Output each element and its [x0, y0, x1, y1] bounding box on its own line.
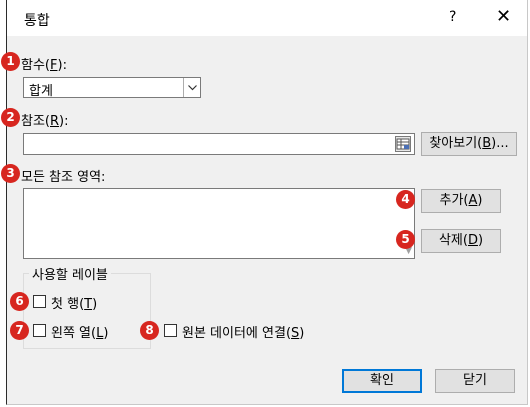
- title-bar: 통합 ? ✕: [7, 0, 527, 36]
- function-dropdown[interactable]: 합계: [23, 77, 201, 99]
- callout-badge-5: 5: [396, 230, 415, 249]
- add-button[interactable]: 추가(A): [421, 189, 501, 213]
- reference-input[interactable]: [23, 133, 415, 155]
- callout-badge-8: 8: [140, 321, 159, 340]
- top-row-checkbox[interactable]: [33, 295, 46, 308]
- link-source-label[interactable]: 원본 데이터에 연결(S): [182, 322, 304, 341]
- help-button[interactable]: ?: [449, 9, 456, 25]
- close-button[interactable]: 닫기: [435, 369, 515, 393]
- callout-badge-3: 3: [1, 164, 20, 183]
- callout-badge-4: 4: [396, 190, 415, 209]
- callout-badge-7: 7: [10, 321, 29, 340]
- chevron-down-icon[interactable]: [183, 78, 200, 97]
- delete-button[interactable]: 삭제(D): [421, 229, 501, 253]
- left-column-checkbox[interactable]: [33, 324, 46, 337]
- link-source-checkbox[interactable]: [164, 324, 177, 337]
- all-references-list[interactable]: ▼: [23, 188, 415, 259]
- range-select-icon[interactable]: [395, 136, 411, 152]
- browse-button[interactable]: 찾아보기(B)...: [421, 132, 517, 156]
- top-row-label[interactable]: 첫 행(T): [51, 293, 97, 312]
- reference-label: 참조(R):: [21, 114, 69, 129]
- callout-badge-2: 2: [1, 108, 20, 127]
- function-label: 함수(F):: [21, 58, 67, 73]
- consolidate-dialog: 통합 ? ✕ 1 함수(F): 합계 2 참조(R): 찾아보기(B)... 3…: [1, 0, 528, 405]
- callout-badge-1: 1: [1, 52, 20, 71]
- use-labels-title: 사용할 레이블: [29, 264, 111, 283]
- ok-button[interactable]: 확인: [342, 369, 422, 393]
- dialog-title: 통합: [24, 13, 50, 29]
- left-column-label[interactable]: 왼쪽 열(L): [51, 322, 108, 341]
- function-dropdown-value: 합계: [29, 84, 53, 99]
- all-references-label: 모든 참조 영역:: [21, 170, 106, 185]
- callout-badge-6: 6: [10, 292, 29, 311]
- close-icon[interactable]: ✕: [496, 6, 511, 27]
